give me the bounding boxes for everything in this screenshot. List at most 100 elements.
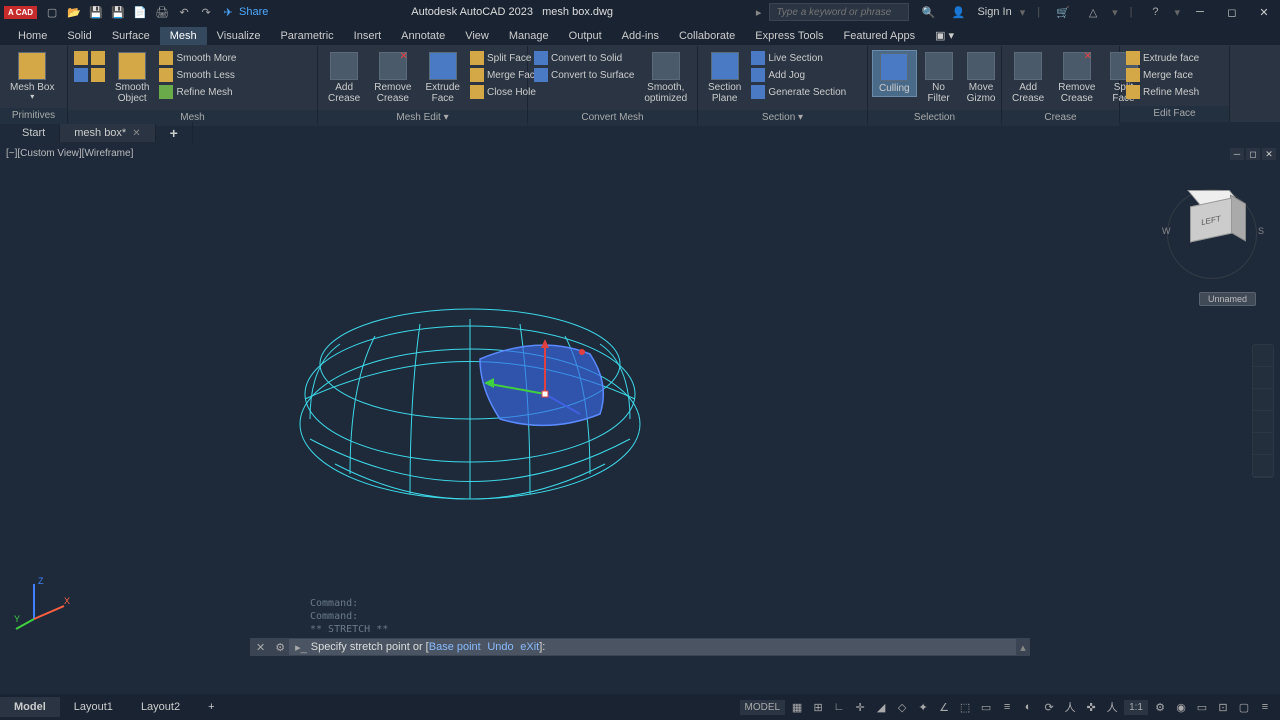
view-name-badge[interactable]: Unnamed bbox=[1199, 292, 1256, 306]
gizmo-status-icon[interactable]: ✜ bbox=[1082, 698, 1100, 716]
refine-mesh-button[interactable]: Refine Mesh bbox=[157, 84, 238, 100]
menu-tab-add-ins[interactable]: Add-ins bbox=[612, 27, 669, 45]
ortho-icon[interactable]: ∟ bbox=[830, 698, 848, 716]
panel-primitives[interactable]: Primitives bbox=[0, 108, 67, 124]
nav-wheel-icon[interactable] bbox=[1253, 345, 1273, 367]
extrude-face2-button[interactable]: Extrude face bbox=[1124, 50, 1201, 66]
convert-surface-button[interactable]: Convert to Surface bbox=[532, 67, 636, 83]
culling-button[interactable]: Culling bbox=[872, 50, 917, 97]
cmd-close-icon[interactable]: ✕ bbox=[250, 641, 271, 654]
gear-icon[interactable]: ⚙ bbox=[1151, 698, 1169, 716]
refine-mesh2-button[interactable]: Refine Mesh bbox=[1124, 84, 1201, 100]
plot-icon[interactable]: 📄 bbox=[132, 4, 148, 20]
menu-tab-solid[interactable]: Solid bbox=[57, 27, 101, 45]
menu-tab-home[interactable]: Home bbox=[8, 27, 57, 45]
generate-section-button[interactable]: Generate Section bbox=[749, 84, 848, 100]
extrude-face-button[interactable]: Extrude Face bbox=[420, 50, 466, 106]
hardware-icon[interactable]: ⊡ bbox=[1214, 698, 1232, 716]
grid-icon[interactable]: ▦ bbox=[788, 698, 806, 716]
menu-tab-collaborate[interactable]: Collaborate bbox=[669, 27, 745, 45]
tab-layout2[interactable]: Layout2 bbox=[127, 697, 194, 717]
isolate-icon[interactable]: ▭ bbox=[1193, 698, 1211, 716]
tab-layout1[interactable]: Layout1 bbox=[60, 697, 127, 717]
vp-minimize-icon[interactable]: ─ bbox=[1230, 148, 1244, 160]
smooth-less-button[interactable]: Smooth Less bbox=[157, 67, 238, 83]
tab-start[interactable]: Start bbox=[8, 124, 60, 142]
menu-tab-featured-apps[interactable]: Featured Apps bbox=[834, 27, 926, 45]
cmd-options-icon[interactable]: ⚙ bbox=[271, 641, 289, 654]
section-plane-button[interactable]: Section Plane bbox=[702, 50, 747, 106]
smooth-mid-icon[interactable] bbox=[72, 67, 107, 83]
panel-section[interactable]: Section ▾ bbox=[698, 110, 867, 126]
panel-crease[interactable]: Crease bbox=[1002, 110, 1119, 126]
convert-solid-button[interactable]: Convert to Solid bbox=[532, 50, 636, 66]
mesh-box-button[interactable]: Mesh Box▾ bbox=[4, 50, 60, 104]
customize-icon[interactable]: ≡ bbox=[1256, 698, 1274, 716]
add-crease-button[interactable]: Add Crease bbox=[322, 50, 366, 106]
viewport[interactable]: [−][Custom View][Wireframe] ─ ◻ ✕ bbox=[0, 144, 1280, 694]
open-icon[interactable]: 📂 bbox=[66, 4, 82, 20]
annotation-icon[interactable]: 人 bbox=[1103, 698, 1121, 716]
viewcube[interactable]: WS LEFT bbox=[1162, 184, 1262, 284]
cmd-opt-base[interactable]: Base point bbox=[429, 641, 481, 653]
close-tab-icon[interactable]: ✕ bbox=[132, 128, 140, 139]
vp-maximize-icon[interactable]: ◻ bbox=[1246, 148, 1260, 160]
print-icon[interactable]: 🖨 bbox=[154, 4, 170, 20]
menu-tab-surface[interactable]: Surface bbox=[102, 27, 160, 45]
menu-tab-annotate[interactable]: Annotate bbox=[391, 27, 455, 45]
viewport-label[interactable]: [−][Custom View][Wireframe] bbox=[6, 148, 133, 159]
new-tab-button[interactable]: + bbox=[156, 122, 193, 144]
merge-face2-button[interactable]: Merge face bbox=[1124, 67, 1201, 83]
vp-close-icon[interactable]: ✕ bbox=[1262, 148, 1276, 160]
nav-zoom-icon[interactable] bbox=[1253, 389, 1273, 411]
search-input[interactable] bbox=[769, 3, 909, 21]
otrack-icon[interactable]: ∠ bbox=[935, 698, 953, 716]
menu-tab-parametric[interactable]: Parametric bbox=[270, 27, 343, 45]
transparency-icon[interactable]: ◐ bbox=[1019, 698, 1037, 716]
nav-orbit-icon[interactable] bbox=[1253, 411, 1273, 433]
help-icon[interactable]: ? bbox=[1147, 4, 1163, 20]
close-button[interactable]: ✕ bbox=[1256, 4, 1272, 20]
dyninput-icon[interactable]: ▭ bbox=[977, 698, 995, 716]
menu-tab-manage[interactable]: Manage bbox=[499, 27, 559, 45]
saveas-icon[interactable]: 💾 bbox=[110, 4, 126, 20]
add-layout-button[interactable]: + bbox=[194, 697, 228, 717]
new-icon[interactable]: ▢ bbox=[44, 4, 60, 20]
menu-tab-visualize[interactable]: Visualize bbox=[207, 27, 271, 45]
command-input[interactable]: ▸_ Specify stretch point or [ Base point… bbox=[289, 639, 1016, 655]
smooth-top-icon[interactable] bbox=[72, 50, 107, 66]
nav-more-icon[interactable] bbox=[1253, 455, 1273, 477]
remove-crease2-button[interactable]: ✕Remove Crease bbox=[1052, 50, 1101, 106]
ucs-icon[interactable]: Z X Y bbox=[14, 574, 74, 634]
nav-showmotion-icon[interactable] bbox=[1253, 433, 1273, 455]
minimize-button[interactable]: ─ bbox=[1192, 4, 1208, 20]
save-icon[interactable]: 💾 bbox=[88, 4, 104, 20]
menu-overflow-button[interactable]: ▣ ▾ bbox=[925, 26, 964, 45]
mesh-object[interactable] bbox=[280, 264, 680, 544]
cmd-opt-exit[interactable]: eXit bbox=[520, 641, 539, 653]
no-filter-button[interactable]: No Filter bbox=[919, 50, 959, 106]
menu-tab-mesh[interactable]: Mesh bbox=[160, 27, 207, 45]
move-gizmo-button[interactable]: Move Gizmo bbox=[961, 50, 1002, 106]
a360-icon[interactable]: △ bbox=[1085, 4, 1101, 20]
menu-tab-output[interactable]: Output bbox=[559, 27, 612, 45]
panel-convert[interactable]: Convert Mesh bbox=[528, 110, 697, 126]
cart-icon[interactable]: 🛒 bbox=[1055, 4, 1071, 20]
cmd-opt-undo[interactable]: Undo bbox=[487, 641, 513, 653]
share-label[interactable]: Share bbox=[239, 6, 268, 18]
nav-pan-icon[interactable] bbox=[1253, 367, 1273, 389]
tab-meshbox[interactable]: mesh box*✕ bbox=[60, 124, 155, 142]
redo-icon[interactable]: ↷ bbox=[198, 4, 214, 20]
menu-tab-insert[interactable]: Insert bbox=[344, 27, 392, 45]
polar-icon[interactable]: ✛ bbox=[851, 698, 869, 716]
isodraft-icon[interactable]: ◢ bbox=[872, 698, 890, 716]
status-model[interactable]: MODEL bbox=[740, 700, 786, 715]
panel-selection[interactable]: Selection bbox=[868, 110, 1001, 126]
undo-icon[interactable]: ↶ bbox=[176, 4, 192, 20]
arrow-icon[interactable]: ▸ bbox=[756, 6, 762, 19]
lineweight-icon[interactable]: ≡ bbox=[998, 698, 1016, 716]
smooth-more-button[interactable]: Smooth More bbox=[157, 50, 238, 66]
filter-icon[interactable]: 人 bbox=[1061, 698, 1079, 716]
signin-link[interactable]: Sign In bbox=[977, 6, 1011, 18]
maximize-button[interactable]: ◻ bbox=[1224, 4, 1240, 20]
